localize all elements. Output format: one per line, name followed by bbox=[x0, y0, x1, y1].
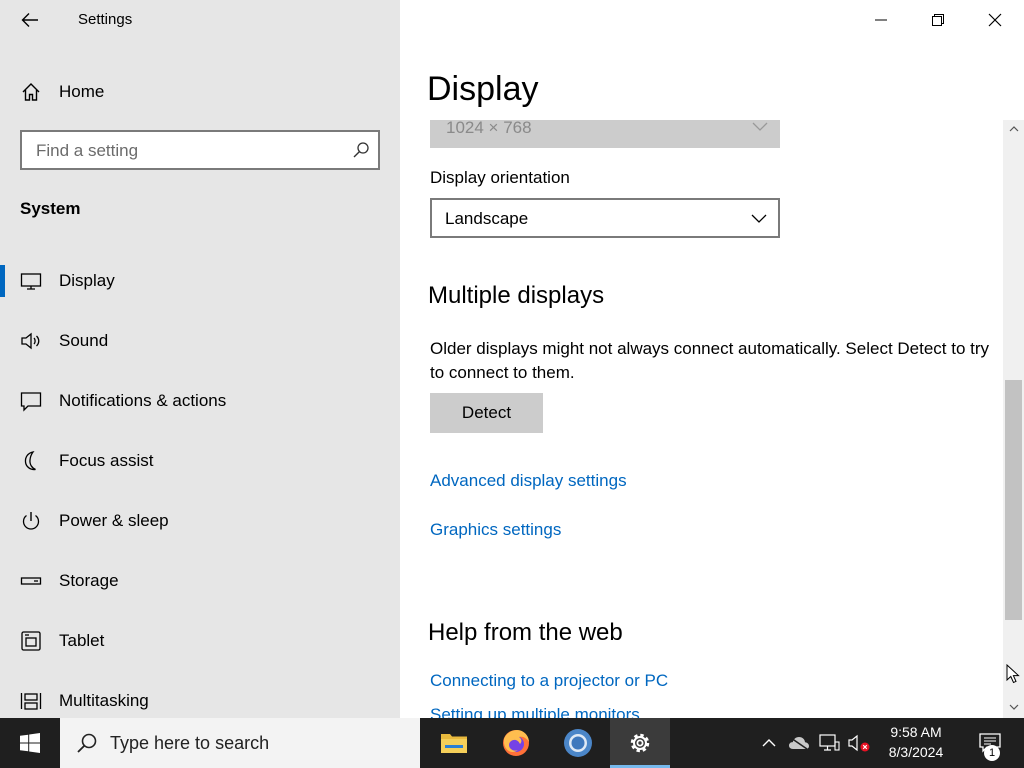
settings-content: 1024 × 768 Display orientation Landscape… bbox=[400, 120, 1004, 718]
sidebar-item-power-sleep[interactable]: Power & sleep bbox=[0, 497, 400, 545]
chevron-down-icon bbox=[1009, 704, 1018, 710]
taskbar-chrome[interactable] bbox=[548, 718, 608, 768]
drive-icon bbox=[20, 577, 42, 585]
windows-logo-icon bbox=[20, 733, 40, 753]
back-button[interactable] bbox=[14, 6, 46, 34]
orientation-dropdown[interactable]: Landscape bbox=[430, 198, 780, 238]
clock-time: 9:58 AM bbox=[890, 724, 942, 740]
resolution-value: 1024 × 768 bbox=[446, 120, 532, 137]
detect-button[interactable]: Detect bbox=[430, 393, 543, 433]
sidebar-item-home[interactable]: Home bbox=[0, 72, 400, 112]
cloud-icon bbox=[789, 737, 809, 750]
sidebar-item-label: Display bbox=[59, 271, 115, 290]
settings-icon bbox=[630, 733, 650, 753]
start-button[interactable] bbox=[0, 718, 60, 768]
orientation-value: Landscape bbox=[445, 209, 529, 228]
search-placeholder: Find a setting bbox=[36, 141, 139, 160]
chevron-down-icon bbox=[752, 122, 768, 131]
sidebar-item-label: Sound bbox=[59, 331, 109, 350]
sidebar-item-sound[interactable]: Sound bbox=[0, 317, 400, 365]
page-title: Display bbox=[427, 70, 539, 108]
moon-icon bbox=[24, 451, 36, 471]
find-setting-search-input[interactable]: Find a setting bbox=[20, 130, 380, 170]
firefox-icon bbox=[503, 730, 529, 756]
resolution-dropdown[interactable]: 1024 × 768 bbox=[430, 120, 780, 148]
taskbar-firefox[interactable] bbox=[486, 718, 546, 768]
maximize-button[interactable] bbox=[909, 0, 966, 40]
multiple-displays-description: Older displays might not always connect … bbox=[430, 339, 990, 382]
sidebar-item-label: Storage bbox=[59, 571, 119, 590]
chevron-up-icon bbox=[762, 739, 776, 747]
taskbar-settings[interactable] bbox=[610, 718, 670, 768]
scroll-thumb[interactable] bbox=[1005, 380, 1022, 620]
maximize-icon bbox=[931, 14, 944, 26]
onedrive-tray[interactable] bbox=[785, 718, 813, 768]
taskbar: Type here to search 9:58 AM 8/3/2024 1 bbox=[0, 718, 1024, 768]
chevron-up-icon bbox=[1009, 126, 1018, 132]
network-tray[interactable] bbox=[815, 718, 843, 768]
active-indicator bbox=[0, 265, 5, 297]
volume-muted-icon bbox=[848, 734, 870, 752]
connecting-projector-link[interactable]: Connecting to a projector or PC bbox=[430, 671, 668, 691]
multitasking-icon bbox=[20, 693, 42, 710]
taskbar-search-input[interactable]: Type here to search bbox=[60, 718, 420, 768]
minimize-button[interactable] bbox=[852, 0, 909, 40]
close-button[interactable] bbox=[966, 0, 1023, 40]
monitor-icon bbox=[20, 273, 42, 290]
sidebar-item-label: Home bbox=[59, 82, 105, 101]
sidebar-item-display[interactable]: Display bbox=[0, 257, 400, 305]
sidebar-item-label: Focus assist bbox=[59, 451, 154, 470]
chrome-icon bbox=[564, 729, 592, 757]
advanced-display-settings-link[interactable]: Advanced display settings bbox=[430, 471, 627, 491]
orientation-label: Display orientation bbox=[430, 168, 570, 187]
sidebar-item-storage[interactable]: Storage bbox=[0, 557, 400, 605]
taskbar-search-placeholder: Type here to search bbox=[110, 733, 270, 753]
home-icon bbox=[22, 83, 40, 101]
settings-main-pane: Display 1024 × 768 Display orientation L… bbox=[400, 0, 1024, 718]
show-hidden-icons-button[interactable] bbox=[756, 718, 782, 768]
search-icon bbox=[77, 733, 97, 753]
taskbar-clock[interactable]: 9:58 AM 8/3/2024 bbox=[876, 722, 956, 762]
message-icon bbox=[20, 392, 42, 412]
multiple-displays-heading: Multiple displays bbox=[428, 282, 605, 309]
network-icon bbox=[819, 734, 840, 751]
search-icon bbox=[353, 142, 369, 158]
graphics-settings-link[interactable]: Graphics settings bbox=[430, 520, 561, 540]
sidebar-item-focus-assist[interactable]: Focus assist bbox=[0, 437, 400, 485]
section-title: System bbox=[20, 199, 81, 218]
sidebar-item-label: Notifications & actions bbox=[59, 391, 227, 410]
file-explorer-icon bbox=[441, 734, 467, 753]
sidebar-item-multitasking[interactable]: Multitasking bbox=[0, 677, 400, 718]
vertical-scrollbar[interactable] bbox=[1003, 120, 1024, 718]
chevron-down-icon bbox=[751, 214, 767, 223]
sidebar-item-notifications[interactable]: Notifications & actions bbox=[0, 377, 400, 425]
back-arrow-icon bbox=[21, 13, 38, 27]
power-icon bbox=[22, 512, 40, 530]
help-from-web-heading: Help from the web bbox=[428, 619, 623, 646]
sidebar-item-tablet[interactable]: Tablet bbox=[0, 617, 400, 665]
volume-tray[interactable] bbox=[845, 718, 873, 768]
speaker-icon bbox=[21, 332, 40, 350]
close-icon bbox=[988, 13, 1001, 27]
sidebar-item-label: Power & sleep bbox=[59, 511, 169, 530]
sidebar-item-label: Tablet bbox=[59, 631, 105, 650]
taskbar-file-explorer[interactable] bbox=[424, 718, 484, 768]
mouse-pointer-icon bbox=[1006, 664, 1020, 684]
sidebar-item-label: Multitasking bbox=[59, 691, 149, 710]
settings-sidebar: Settings Home Find a setting System Disp… bbox=[0, 0, 400, 718]
app-title: Settings bbox=[78, 11, 133, 28]
setting-up-monitors-link[interactable]: Setting up multiple monitors bbox=[430, 705, 640, 718]
clock-date: 8/3/2024 bbox=[888, 744, 944, 760]
scroll-up-button[interactable] bbox=[1003, 120, 1024, 138]
tablet-icon bbox=[21, 631, 41, 651]
minimize-icon bbox=[874, 19, 887, 21]
scroll-down-button[interactable] bbox=[1003, 698, 1024, 716]
notification-count-badge: 1 bbox=[984, 745, 1000, 761]
